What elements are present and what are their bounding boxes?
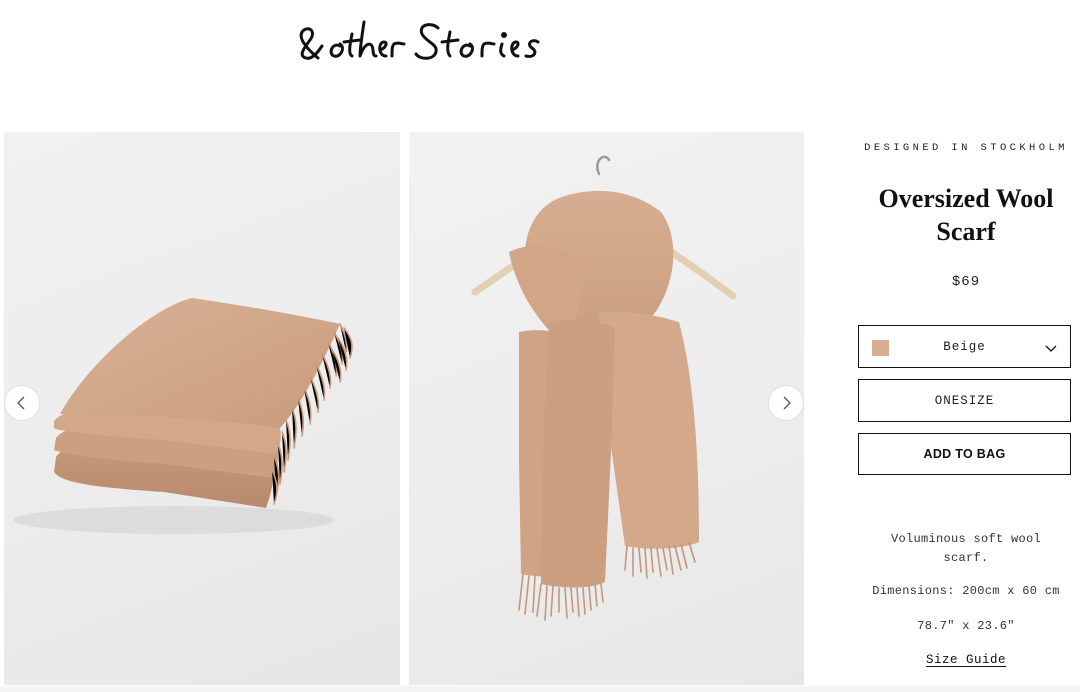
gallery-prev-button[interactable] xyxy=(5,386,39,420)
description-line2: scarf. xyxy=(943,551,989,565)
add-to-bag-button[interactable]: ADD TO BAG xyxy=(858,433,1071,475)
eyebrow-label: DESIGNED IN STOCKHOLM xyxy=(864,142,1068,154)
chevron-left-icon xyxy=(17,396,25,410)
size-guide-link[interactable]: Size Guide xyxy=(926,653,1006,667)
description-line1: Voluminous soft wool xyxy=(890,532,1042,546)
product-title-line2: Scarf xyxy=(936,217,996,246)
color-select[interactable]: Beige xyxy=(858,325,1071,368)
size-select[interactable]: ONESIZE xyxy=(858,379,1071,422)
product-title-line1: Oversized Wool xyxy=(878,184,1054,213)
dimensions-inches: 78.7" x 23.6" xyxy=(917,619,1015,633)
size-guide-link-wrapper: Size Guide xyxy=(846,653,1080,667)
hanging-scarf-image xyxy=(471,155,737,621)
color-select-value: Beige xyxy=(943,339,986,354)
size-select-value: ONESIZE xyxy=(934,393,995,408)
chevron-right-icon xyxy=(783,396,791,410)
brand-logo[interactable] xyxy=(292,14,572,66)
gallery-next-button[interactable] xyxy=(769,386,803,420)
chevron-down-icon xyxy=(1045,345,1057,352)
product-image-hanging[interactable] xyxy=(409,132,804,685)
bottom-bar xyxy=(0,686,1080,692)
product-title: Oversized Wool Scarf xyxy=(846,182,1080,248)
product-page: DESIGNED IN STOCKHOLM Oversized Wool Sca… xyxy=(0,0,1080,692)
product-price: $69 xyxy=(951,274,981,290)
product-image-folded[interactable] xyxy=(4,132,400,685)
dimensions-cm: Dimensions: 200cm x 60 cm xyxy=(872,584,1060,598)
product-description: Voluminous soft wool scarf. xyxy=(846,530,1080,568)
brand-logo-icon xyxy=(299,20,540,60)
add-to-bag-label: ADD TO BAG xyxy=(923,447,1006,461)
folded-scarf-image xyxy=(14,298,353,534)
color-swatch xyxy=(872,340,889,356)
